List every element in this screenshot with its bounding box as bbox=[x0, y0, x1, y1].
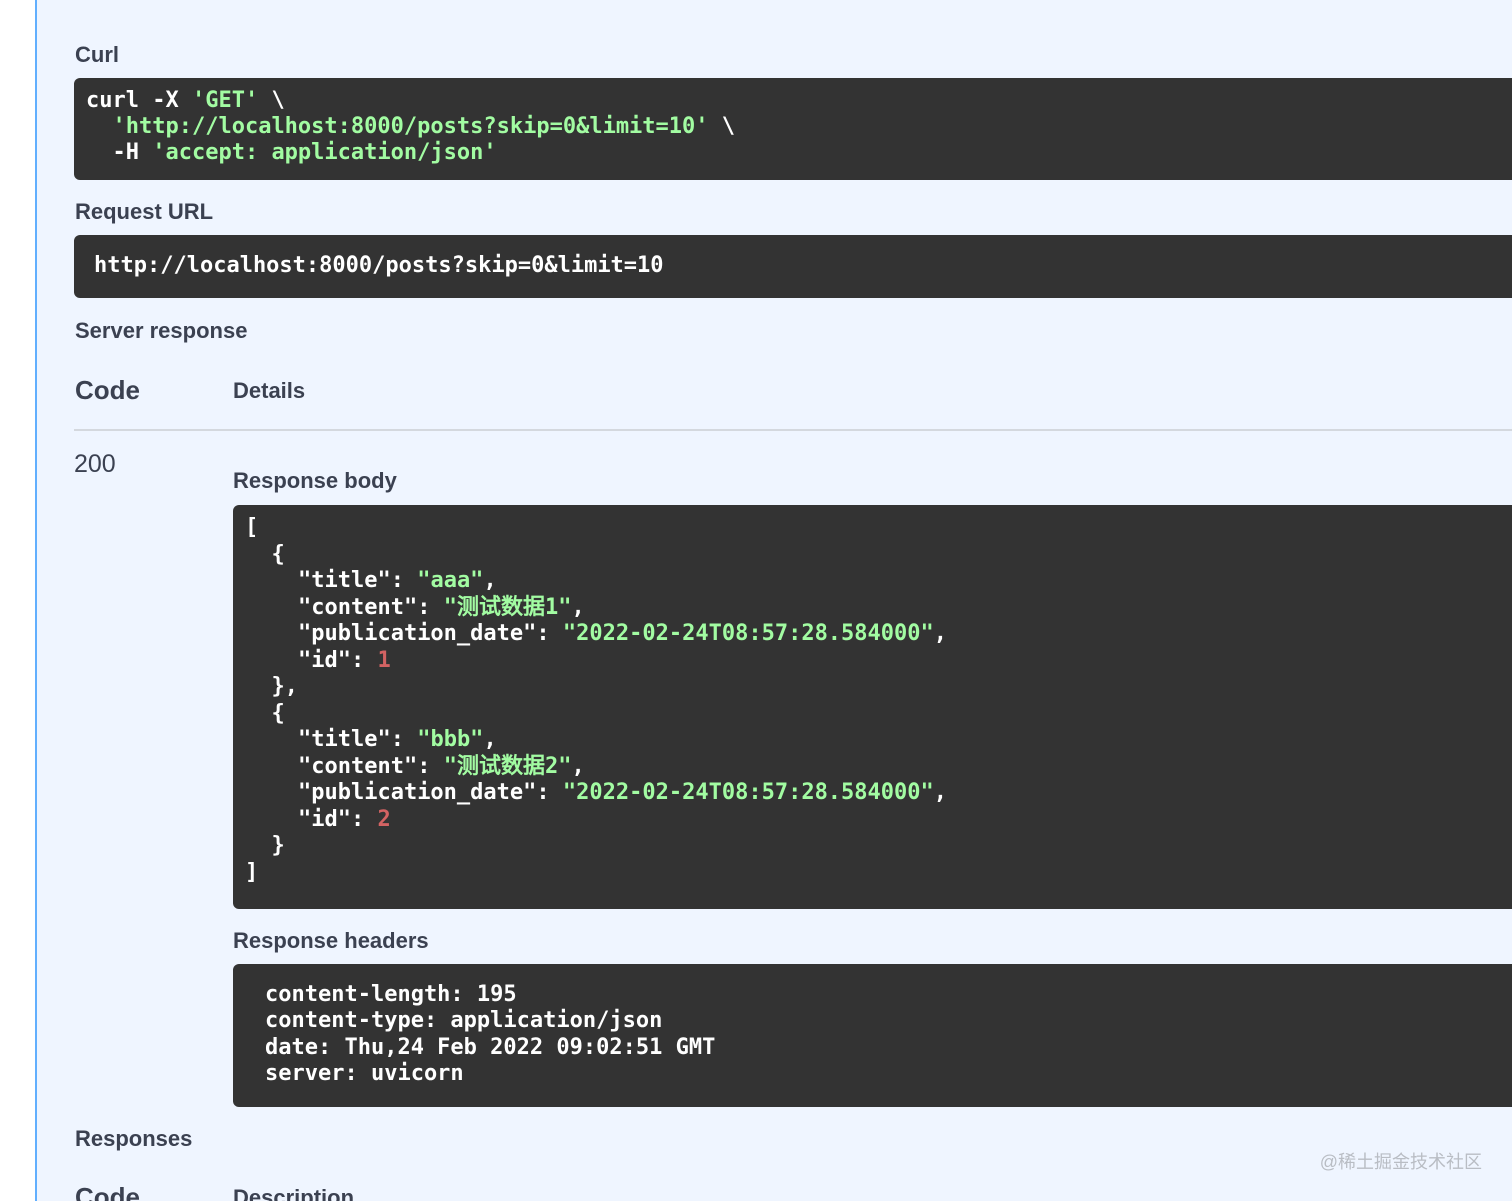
item-1-content: "测试数据1" bbox=[443, 594, 572, 620]
item-1-title: "aaa" bbox=[417, 568, 484, 593]
request-url-label: Request URL bbox=[75, 199, 214, 224]
header-line: content-type: application/json bbox=[265, 1008, 663, 1034]
watermark: @稀土掘金技术社区 bbox=[1319, 1152, 1482, 1172]
json-line: "content": "测试数据1", bbox=[297, 594, 585, 620]
json-line: "publication_date": "2022-02-24T08:57:28… bbox=[297, 621, 948, 646]
response-body-block[interactable]: [ { "title": "aaa", "content": "测试数据1", … bbox=[233, 505, 1512, 909]
curl-continuation: \ bbox=[258, 88, 285, 113]
response-body-label: Response body bbox=[233, 468, 397, 493]
json-line: "title": "bbb", bbox=[297, 727, 497, 752]
header-line: server: uvicorn bbox=[265, 1060, 464, 1086]
table-divider bbox=[74, 429, 1512, 431]
curl-label: Curl bbox=[75, 42, 119, 67]
responses-label: Responses bbox=[75, 1126, 193, 1151]
header-line: content-length: 195 bbox=[265, 982, 517, 1007]
header-line: date: Thu,24 Feb 2022 09:02:51 GMT bbox=[265, 1034, 716, 1060]
json-object-close: }, bbox=[245, 674, 298, 699]
item-1-publication-date: "2022-02-24T08:57:28.584000" bbox=[562, 621, 934, 646]
item-1-id: 1 bbox=[377, 647, 391, 673]
curl-header-value: 'accept: application/json' bbox=[152, 140, 497, 165]
response-headers-block[interactable]: content-length: 195 content-type: applica… bbox=[233, 964, 1512, 1107]
json-object-close: } bbox=[245, 833, 285, 858]
item-2-id: 2 bbox=[377, 806, 391, 832]
curl-cmd: curl -X bbox=[86, 88, 192, 113]
curl-line-3: -H 'accept: application/json' bbox=[86, 140, 1512, 166]
responses-code-header: Code bbox=[75, 1182, 140, 1201]
details-column-header: Details bbox=[233, 378, 306, 403]
server-response-label: Server response bbox=[75, 318, 248, 343]
item-2-title: "bbb" bbox=[417, 727, 484, 752]
json-object-open: { bbox=[245, 700, 285, 726]
json-line: "id": 2 bbox=[297, 806, 391, 832]
curl-line-2: 'http://localhost:8000/posts?skip=0&limi… bbox=[86, 114, 1512, 140]
curl-line-1: curl -X 'GET' \ bbox=[86, 88, 1512, 114]
curl-indent bbox=[86, 114, 113, 139]
curl-url: 'http://localhost:8000/posts?skip=0&limi… bbox=[112, 114, 709, 139]
responses-description-header: Description bbox=[233, 1185, 355, 1201]
curl-flag: -H bbox=[86, 140, 153, 165]
json-line: "id": 1 bbox=[297, 647, 391, 673]
json-line: "content": "测试数据2", bbox=[297, 753, 585, 779]
json-line: "publication_date": "2022-02-24T08:57:28… bbox=[297, 780, 948, 805]
code-column-header: Code bbox=[75, 375, 140, 405]
curl-continuation: \ bbox=[708, 114, 736, 139]
status-code: 200 bbox=[74, 450, 116, 478]
json-line: "title": "aaa", bbox=[297, 568, 497, 593]
request-url-text: http://localhost:8000/posts?skip=0&limit… bbox=[94, 253, 664, 278]
json-open-bracket: [ bbox=[245, 515, 259, 540]
item-2-content: "测试数据2" bbox=[443, 753, 572, 779]
curl-method: 'GET' bbox=[191, 88, 259, 113]
curl-command-block[interactable]: curl -X 'GET' \ 'http://localhost:8000/p… bbox=[74, 78, 1512, 180]
item-2-publication-date: "2022-02-24T08:57:28.584000" bbox=[562, 780, 934, 805]
json-close-bracket: ] bbox=[245, 859, 259, 885]
swagger-page: Curl curl -X 'GET' \ 'http://localhost:8… bbox=[0, 0, 1512, 1201]
response-headers-label: Response headers bbox=[233, 928, 429, 953]
json-object-open: { bbox=[245, 541, 285, 567]
request-url-block[interactable]: http://localhost:8000/posts?skip=0&limit… bbox=[74, 235, 1512, 298]
